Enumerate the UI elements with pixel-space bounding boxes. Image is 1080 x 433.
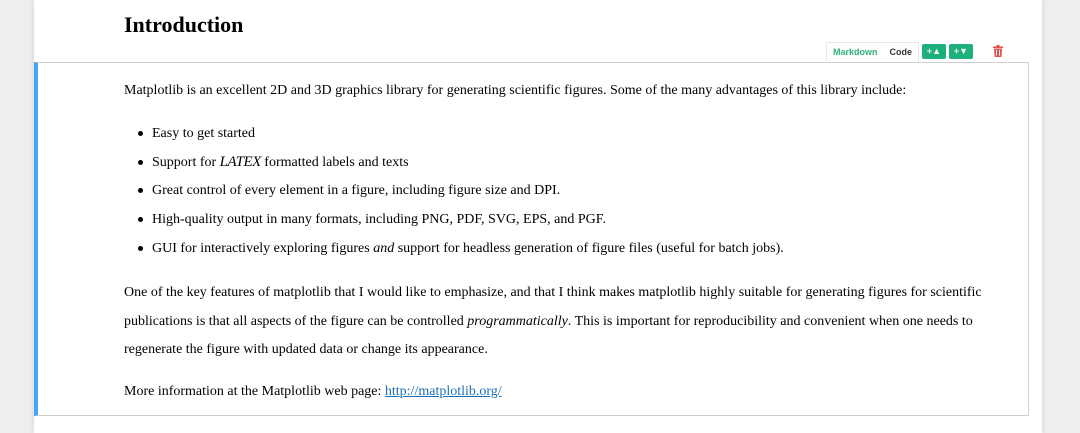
list-item: Great control of every element in a figu… [138,180,784,209]
cell-type-switch: Markdown Code [826,41,920,61]
list-item: Easy to get started [138,123,784,152]
key-features-paragraph: One of the key features of matplotlib th… [124,285,982,358]
markdown-mode-button[interactable]: Markdown [833,47,878,57]
cell-toolbar: Markdown Code +▲ +▼ [826,41,1005,61]
more-info-paragraph: More information at the Matplotlib web p… [124,384,502,399]
features-list: Easy to get started Support for LATEX fo… [124,123,784,266]
add-cell-above-button[interactable]: +▲ [922,43,947,59]
markdown-cell[interactable]: Matplotlib is an excellent 2D and 3D gra… [34,62,1029,416]
code-mode-button[interactable]: Code [890,47,913,57]
latex-logo: LATEX [219,153,262,170]
list-item: GUI for interactively exploring figures … [138,238,784,267]
intro-paragraph: Matplotlib is an excellent 2D and 3D gra… [124,83,907,98]
list-item: High-quality output in many formats, inc… [138,209,784,238]
matplotlib-link[interactable]: http://matplotlib.org/ [385,384,502,399]
add-cell-below-button[interactable]: +▼ [949,43,974,59]
list-item: Support for LATEX formatted labels and t… [138,152,784,181]
trash-icon[interactable] [991,44,1005,59]
page-title: Introduction [124,12,244,37]
